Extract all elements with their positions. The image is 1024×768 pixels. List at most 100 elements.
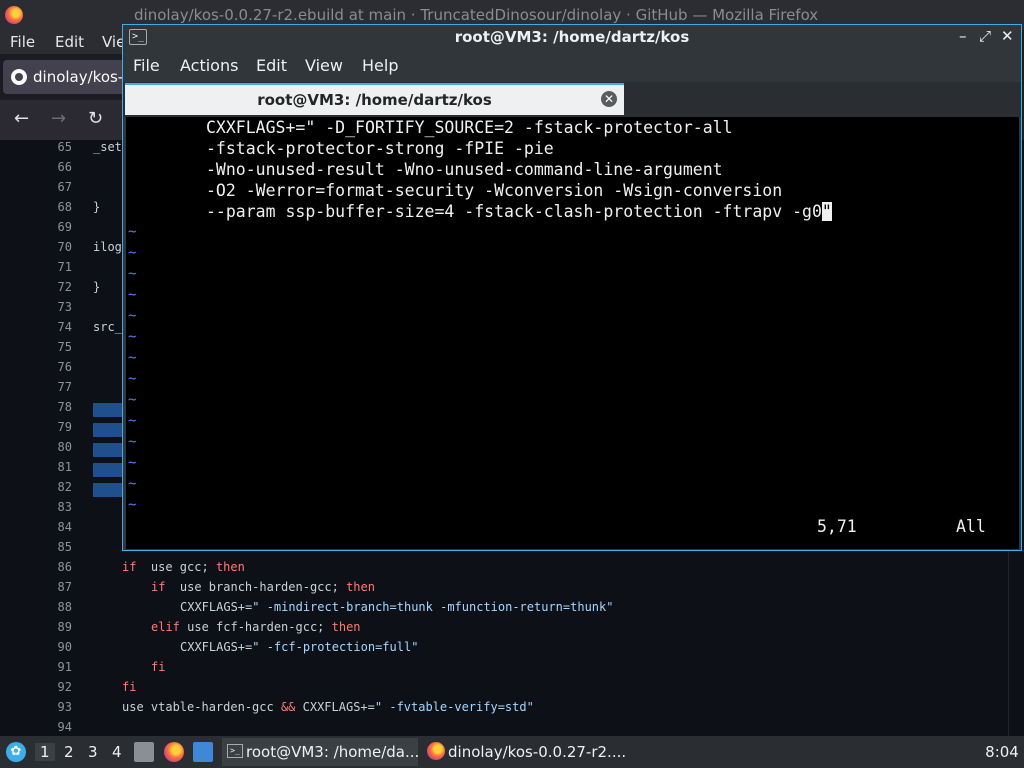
firefox-menu-file[interactable]: File: [10, 33, 35, 51]
line-number[interactable]: 91: [40, 660, 72, 674]
line-number[interactable]: 93: [40, 700, 72, 714]
selection-highlight: [93, 423, 124, 437]
line-number[interactable]: 79: [40, 420, 72, 434]
empty-line-tilde: ~: [128, 266, 137, 282]
line-number[interactable]: 75: [40, 340, 72, 354]
line-number[interactable]: 94: [40, 720, 72, 734]
terminal-line: -O2 -Werror=format-security -Wconversion…: [206, 181, 783, 200]
empty-line-tilde: ~: [128, 434, 137, 450]
terminal-tab[interactable]: root@VM3: /home/dartz/kos ✕: [125, 83, 624, 115]
terminal-line-cursor: --param ssp-buffer-size=4 -fstack-clash-…: [206, 201, 832, 222]
line-number[interactable]: 87: [40, 580, 72, 594]
workspace-1[interactable]: 1: [35, 743, 55, 761]
tab-close-icon[interactable]: ✕: [601, 91, 617, 107]
string-token: " -mindirect-branch=thunk -mfunction-ret…: [252, 600, 614, 614]
empty-line-tilde: ~: [128, 287, 137, 303]
desktop-icon[interactable]: [193, 742, 213, 762]
line-number[interactable]: 81: [40, 460, 72, 474]
workspace-3[interactable]: 3: [88, 743, 98, 761]
line-number[interactable]: 70: [40, 240, 72, 254]
line-number[interactable]: 67: [40, 180, 72, 194]
terminal-menu-file[interactable]: File: [133, 56, 160, 75]
line-number[interactable]: 89: [40, 620, 72, 634]
minimize-icon[interactable]: –: [959, 27, 967, 45]
code-line: elif use fcf-harden-gcc; then: [151, 620, 361, 634]
firefox-tab-title: dinolay/kos-0: [33, 68, 124, 86]
line-number[interactable]: 77: [40, 380, 72, 394]
terminal-screen[interactable]: CXXFLAGS+=" -D_FORTIFY_SOURCE=2 -fstack-…: [126, 117, 1019, 549]
firefox-logo-icon: [5, 6, 23, 24]
selection-highlight: [93, 443, 124, 457]
line-number[interactable]: 71: [40, 260, 72, 274]
code-line: _set: [93, 140, 122, 154]
workspace-4[interactable]: 4: [112, 743, 122, 761]
line-number[interactable]: 73: [40, 300, 72, 314]
line-number[interactable]: 78: [40, 400, 72, 414]
line-number[interactable]: 88: [40, 600, 72, 614]
line-number[interactable]: 86: [40, 560, 72, 574]
line-number[interactable]: 82: [40, 480, 72, 494]
empty-line-tilde: ~: [128, 329, 137, 345]
terminal-menu-help[interactable]: Help: [362, 56, 398, 75]
line-number[interactable]: 68: [40, 200, 72, 214]
line-number[interactable]: 65: [40, 140, 72, 154]
empty-line-tilde: ~: [128, 392, 137, 408]
taskbar: ✿ 1 2 3 4 >_ root@VM3: /home/da... dinol…: [0, 736, 1024, 768]
firefox-task-icon: [427, 742, 445, 760]
keyword-token: then: [215, 560, 245, 574]
empty-line-tilde: ~: [128, 350, 137, 366]
selection-highlight: [93, 483, 124, 497]
keyword-token: fi: [151, 660, 166, 674]
string-token: " -fcf-protection=full": [252, 640, 419, 654]
close-icon[interactable]: ✕: [1001, 27, 1014, 45]
keyword-token: then: [331, 620, 361, 634]
line-number[interactable]: 76: [40, 360, 72, 374]
code-token: use fcf-harden-gcc;: [179, 620, 332, 634]
line-number[interactable]: 72: [40, 280, 72, 294]
file-manager-icon[interactable]: [134, 742, 154, 762]
maximize-icon[interactable]: ⤢: [979, 27, 991, 45]
line-number[interactable]: 92: [40, 680, 72, 694]
code-line: ilog: [93, 240, 122, 254]
keyword-token: then: [346, 580, 375, 594]
firefox-tabstrip: dinolay/kos-0: [0, 54, 124, 100]
terminal-titlebar[interactable]: >_ root@VM3: /home/dartz/kos – ⤢ ✕: [123, 25, 1021, 49]
terminal-line: -Wno-unused-result -Wno-unused-command-l…: [206, 160, 723, 179]
code-line: }: [93, 200, 101, 214]
line-number[interactable]: 83: [40, 500, 72, 514]
line-number[interactable]: 80: [40, 440, 72, 454]
line-number[interactable]: 74: [40, 320, 72, 334]
terminal-line: --param ssp-buffer-size=4 -fstack-clash-…: [206, 202, 822, 221]
line-number[interactable]: 69: [40, 220, 72, 234]
code-line: CXXFLAGS+=" -fcf-protection=full": [180, 640, 418, 654]
taskbar-task-label: dinolay/kos-0.0.27-r2....: [448, 743, 627, 761]
reload-icon[interactable]: ↻: [88, 108, 103, 130]
start-menu-icon[interactable]: ✿: [6, 742, 26, 762]
terminal-menu-actions[interactable]: Actions: [180, 56, 238, 75]
taskbar-task-firefox[interactable]: dinolay/kos-0.0.27-r2....: [424, 738, 627, 766]
terminal-tab-label: root@VM3: /home/dartz/kos: [257, 91, 492, 109]
code-line: CXXFLAGS+=" -mindirect-branch=thunk -mfu…: [180, 600, 613, 614]
line-number[interactable]: 84: [40, 520, 72, 534]
empty-line-tilde: ~: [128, 413, 137, 429]
firefox-navbar: ← → ↻: [0, 100, 124, 140]
line-number[interactable]: 90: [40, 640, 72, 654]
code-line: src_: [93, 320, 122, 334]
firefox-menu-edit[interactable]: Edit: [55, 33, 84, 51]
firefox-tab[interactable]: dinolay/kos-0: [3, 60, 124, 94]
keyword-token: fi: [122, 680, 137, 694]
selection-highlight: [93, 403, 124, 417]
workspace-2[interactable]: 2: [64, 743, 74, 761]
terminal-window-title: root@VM3: /home/dartz/kos: [454, 28, 690, 46]
taskbar-task-terminal[interactable]: >_ root@VM3: /home/da...: [222, 738, 419, 766]
back-arrow-icon[interactable]: ←: [14, 108, 29, 130]
forward-arrow-icon[interactable]: →: [51, 108, 66, 130]
code-line: if use gcc; then: [122, 560, 245, 574]
terminal-menu-view[interactable]: View: [305, 56, 343, 75]
firefox-launcher-icon[interactable]: [164, 742, 184, 762]
scroll-indicator: All: [956, 517, 986, 536]
terminal-menu-edit[interactable]: Edit: [256, 56, 287, 75]
line-number[interactable]: 85: [40, 540, 72, 554]
line-number[interactable]: 66: [40, 160, 72, 174]
terminal-window[interactable]: >_ root@VM3: /home/dartz/kos – ⤢ ✕ File …: [122, 24, 1022, 551]
